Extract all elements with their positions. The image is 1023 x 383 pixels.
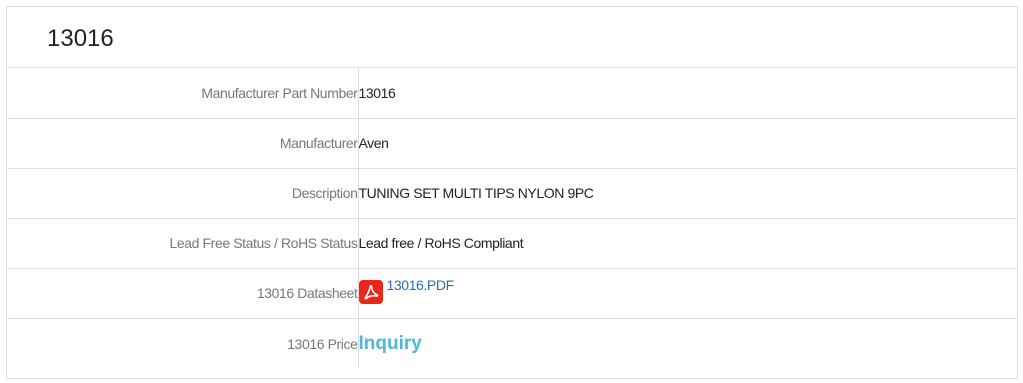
inquiry-link[interactable]: Inquiry [359,333,422,354]
row-label-datasheet: 13016 Datasheet [7,268,359,319]
row-label-manufacturer: Manufacturer [7,118,359,169]
table-row: Description TUNING SET MULTI TIPS NYLON … [7,168,1017,219]
row-label-rohs-status: Lead Free Status / RoHS Status [7,218,359,269]
table-row: Manufacturer Aven [7,118,1017,169]
row-label-price: 13016 Price [7,318,359,369]
row-label-part-number: Manufacturer Part Number [7,68,359,119]
table-row: Lead Free Status / RoHS Status Lead free… [7,218,1017,269]
row-value-rohs-status: Lead free / RoHS Compliant [358,218,1017,269]
datasheet-link-text: 13016.PDF [386,276,455,293]
table-row: Manufacturer Part Number 13016 [7,68,1017,119]
row-value-datasheet: 13016.PDF [358,268,1017,319]
spec-table: Manufacturer Part Number 13016 Manufactu… [7,68,1017,369]
row-value-description: TUNING SET MULTI TIPS NYLON 9PC [358,168,1017,219]
page-title: 13016 [7,7,1017,68]
row-label-description: Description [7,168,359,219]
datasheet-link[interactable]: 13016.PDF [358,276,455,304]
row-value-part-number: 13016 [358,68,1017,119]
row-value-price: Inquiry [358,318,1017,369]
table-row: 13016 Datasheet 13016.PDF [7,268,1017,319]
row-value-manufacturer: Aven [358,118,1017,169]
pdf-icon [358,279,383,304]
product-spec-panel: 13016 Manufacturer Part Number 13016 Man… [6,6,1018,379]
table-row: 13016 Price Inquiry [7,318,1017,369]
